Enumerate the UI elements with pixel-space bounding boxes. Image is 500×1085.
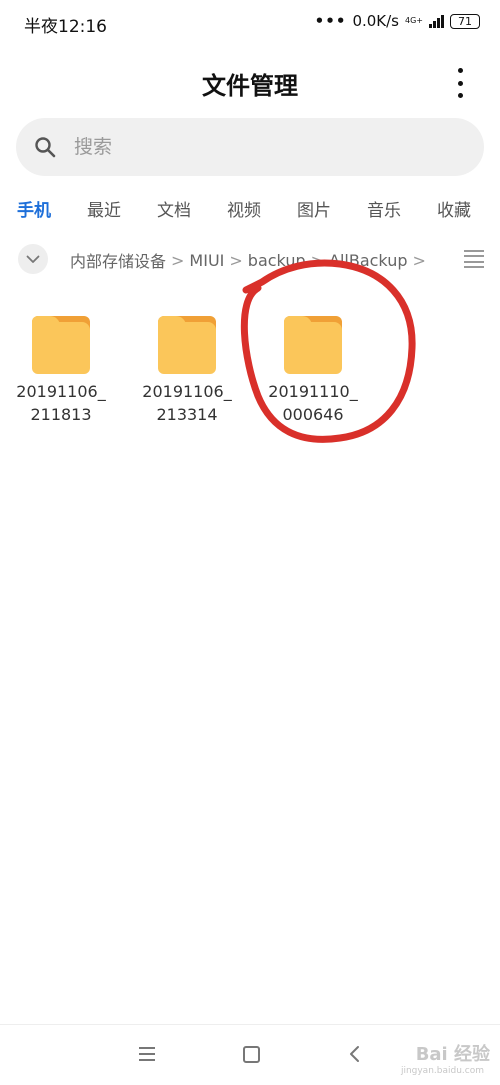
tab-phone[interactable]: 手机 xyxy=(17,196,51,221)
status-bar: 半夜12:16 ••• 0.0K/s 4G+ 71 xyxy=(0,0,500,46)
page-title: 文件管理 xyxy=(202,72,298,100)
folder-name-line2: 000646 xyxy=(282,405,344,424)
tab-favorites[interactable]: 收藏 xyxy=(437,196,471,221)
tabs-fade xyxy=(470,192,500,226)
breadcrumb-path: 内部存储设备 > MIUI > backup > AllBackup > xyxy=(70,248,431,272)
tab-images[interactable]: 图片 xyxy=(297,196,331,221)
search-icon xyxy=(34,136,56,158)
folder-name: 20191106_ 211813 xyxy=(6,380,116,426)
folder-name: 20191110_ 000646 xyxy=(258,380,368,426)
folder-name: 20191106_ 213314 xyxy=(132,380,242,426)
breadcrumb: 内部存储设备 > MIUI > backup > AllBackup > xyxy=(0,240,500,280)
folder-icon xyxy=(284,316,342,374)
category-tabs: 手机 最近 文档 视频 图片 音乐 收藏 xyxy=(0,192,500,226)
menu-icon[interactable] xyxy=(139,1047,155,1061)
tab-videos[interactable]: 视频 xyxy=(227,196,261,221)
breadcrumb-separator: > xyxy=(229,250,243,270)
folder-item-3[interactable]: 20191110_ 000646 xyxy=(258,300,368,426)
search-input[interactable] xyxy=(72,135,436,159)
battery-icon: 71 xyxy=(450,13,480,29)
net-type: 4G+ xyxy=(405,16,423,25)
breadcrumb-separator: > xyxy=(412,250,426,270)
more-options-icon[interactable] xyxy=(450,68,470,98)
watermark-url: jingyan.baidu.com xyxy=(400,1066,484,1076)
status-indicators: ••• 0.0K/s 4G+ 71 xyxy=(315,12,480,30)
folder-icon xyxy=(32,316,90,374)
net-type-label: 4G+ xyxy=(405,17,423,25)
list-view-icon[interactable] xyxy=(464,250,484,268)
tab-music[interactable]: 音乐 xyxy=(367,196,401,221)
breadcrumb-item-allbackup[interactable]: AllBackup xyxy=(329,251,407,270)
folder-icon xyxy=(158,316,216,374)
folder-item-1[interactable]: 20191106_ 211813 xyxy=(6,300,116,426)
tab-documents[interactable]: 文档 xyxy=(157,196,191,221)
signal-icon xyxy=(429,14,444,28)
folder-name-line1: 20191110_ xyxy=(268,382,358,401)
tab-recent[interactable]: 最近 xyxy=(87,196,121,221)
collapse-button[interactable] xyxy=(18,244,48,274)
breadcrumb-separator: > xyxy=(310,250,325,270)
home-icon[interactable] xyxy=(243,1046,260,1063)
folder-name-line2: 211813 xyxy=(30,405,92,424)
breadcrumb-item-internal-storage[interactable]: 内部存储设备 xyxy=(70,248,166,272)
folder-grid: 20191106_ 211813 20191106_ 213314 201911… xyxy=(0,300,500,460)
breadcrumb-item-miui[interactable]: MIUI xyxy=(189,251,224,270)
status-time: 半夜12:16 xyxy=(24,17,107,37)
notification-dots: ••• xyxy=(314,12,347,30)
folder-name-line1: 20191106_ xyxy=(16,382,106,401)
chevron-down-icon xyxy=(26,255,40,263)
battery-level: 71 xyxy=(458,14,472,28)
folder-name-line2: 213314 xyxy=(156,405,218,424)
watermark-logo: Bai 经验 xyxy=(415,1044,490,1065)
net-speed: 0.0K/s xyxy=(352,12,399,30)
breadcrumb-item-backup[interactable]: backup xyxy=(248,251,306,270)
back-icon[interactable] xyxy=(348,1045,360,1063)
breadcrumb-separator: > xyxy=(171,250,185,270)
search-bar[interactable] xyxy=(16,118,484,176)
folder-item-2[interactable]: 20191106_ 213314 xyxy=(132,300,242,426)
app-header: 文件管理 xyxy=(0,56,500,110)
folder-name-line1: 20191106_ xyxy=(142,382,232,401)
